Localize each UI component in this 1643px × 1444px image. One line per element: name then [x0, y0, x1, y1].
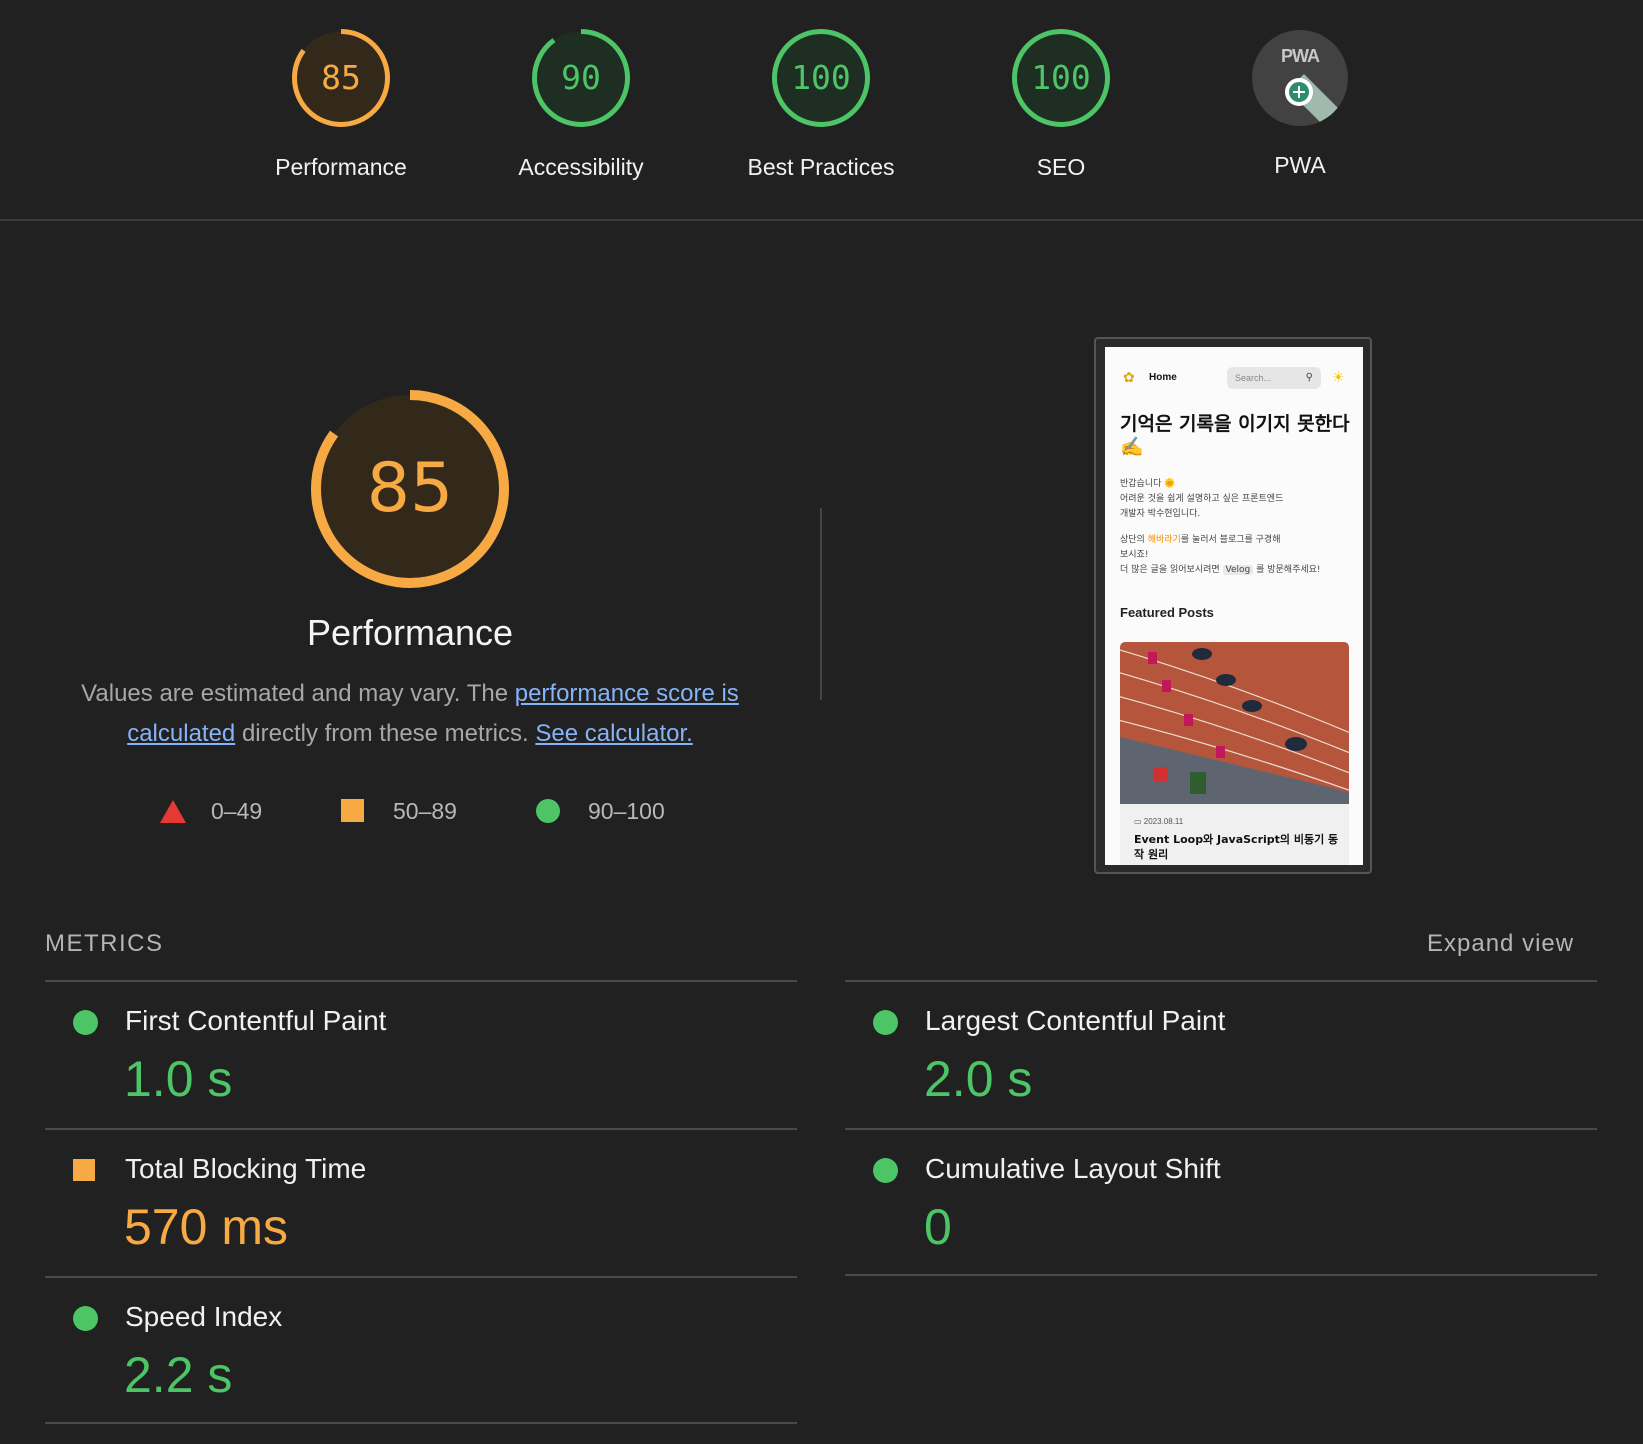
- metric-value: 570 ms: [124, 1199, 288, 1255]
- gauge-pwa[interactable]: PWA PWA: [1200, 28, 1400, 179]
- preview-post-title: Event Loop와 JavaScript의 비동기 동작 원리: [1134, 833, 1339, 861]
- score-legend: 0–49 50–89 90–100: [0, 796, 820, 826]
- final-screenshot[interactable]: ✿ Home Search... ⚲ ☀ 기억은 기록을 이기지 못한다✍️ 반…: [1094, 337, 1372, 874]
- score-ring: 85: [291, 28, 391, 128]
- performance-hero-title: Performance: [306, 612, 514, 653]
- gauge-label: Accessibility: [518, 154, 644, 180]
- gauge-label: Best Practices: [747, 154, 895, 180]
- score-ring: 90: [531, 28, 631, 128]
- score-value: 90: [561, 58, 601, 97]
- metric-name: Largest Contentful Paint: [925, 1005, 1226, 1036]
- average-square-icon: [73, 1159, 95, 1181]
- metric-largest-contentful-paint[interactable]: Largest Contentful Paint 2.0 s: [845, 980, 1597, 1128]
- sun-icon: ☀: [1332, 369, 1345, 385]
- intro-line: 반갑습니다 🌞: [1120, 479, 1176, 489]
- gauge-label: Performance: [275, 154, 407, 180]
- metric-name: Total Blocking Time: [125, 1153, 367, 1184]
- search-icon: ⚲: [1305, 372, 1313, 383]
- gauge-seo[interactable]: 100 SEO: [961, 28, 1161, 181]
- gauge-performance[interactable]: 85 Performance: [241, 28, 441, 181]
- score-ring: 100: [1011, 28, 1111, 128]
- divider: [45, 1276, 797, 1278]
- metric-speed-index[interactable]: Speed Index 2.2 s: [45, 1276, 797, 1424]
- metric-value: 2.0 s: [924, 1051, 1033, 1107]
- guide-suffix: 를 눌러서 블로그를 구경해: [1180, 535, 1281, 545]
- track-photo-image: [1120, 642, 1349, 804]
- metrics-heading: METRICS: [45, 930, 164, 957]
- score-value: 100: [791, 58, 851, 97]
- metric-cumulative-layout-shift[interactable]: Cumulative Layout Shift 0: [845, 1128, 1597, 1276]
- average-square-icon: [341, 799, 364, 822]
- velog-prefix: 더 많은 글을 읽어보시려면: [1120, 565, 1223, 575]
- pass-circle-icon: [73, 1010, 98, 1035]
- expand-view-toggle[interactable]: Expand view: [1427, 930, 1574, 958]
- lighthouse-report: 85 Performance 90 Accessibility 100 Best…: [0, 0, 1643, 1444]
- preview-navbar: ✿ Home Search... ⚲ ☀: [1105, 367, 1363, 391]
- divider: [45, 1128, 797, 1130]
- velog-suffix: 를 방문해주세요!: [1253, 565, 1321, 575]
- gauge-best-practices[interactable]: 100 Best Practices: [721, 28, 921, 181]
- metric-name: First Contentful Paint: [125, 1005, 387, 1036]
- post-date-text: 2023.08.11: [1143, 817, 1184, 826]
- preview-post-card: ▭ 2023.08.11 Event Loop와 JavaScript의 비동기…: [1120, 642, 1349, 865]
- divider: [845, 1274, 1597, 1276]
- preview-featured-heading: Featured Posts: [1120, 605, 1214, 620]
- section-divider: [820, 508, 822, 700]
- preview-search-placeholder: Search...: [1235, 373, 1272, 383]
- divider: [45, 980, 797, 982]
- pwa-plus-icon: [1285, 74, 1348, 126]
- gauge-label: PWA: [1274, 152, 1326, 178]
- pass-circle-icon: [73, 1306, 98, 1331]
- metric-first-contentful-paint[interactable]: First Contentful Paint 1.0 s: [45, 980, 797, 1128]
- velog-chip: Velog: [1222, 565, 1254, 575]
- preview-home-link: Home: [1149, 372, 1177, 383]
- preview-intro: 반갑습니다 🌞 어려운 것을 쉽게 설명하고 싶은 프론트엔드 개발자 박수현입…: [1120, 477, 1360, 522]
- preview-guide: 상단의 해바라기를 눌러서 블로그를 구경해 보시죠! 더 많은 글을 읽어보시…: [1120, 533, 1360, 578]
- score-value: 85: [321, 58, 361, 97]
- divider: [845, 980, 1597, 982]
- guide-line: 상단의 해바라기를 눌러서 블로그를 구경해: [1120, 533, 1360, 548]
- desc-prefix: Values are estimated and may vary. The: [81, 680, 515, 707]
- metric-value: 2.2 s: [124, 1347, 233, 1403]
- divider: [45, 1422, 797, 1424]
- legend-average-range: 50–89: [393, 798, 457, 824]
- screenshot-page: ✿ Home Search... ⚲ ☀ 기억은 기록을 이기지 못한다✍️ 반…: [1105, 347, 1363, 865]
- guide-highlight: 해바라기: [1147, 535, 1181, 545]
- pwa-badge-icon: PWA: [1252, 30, 1348, 126]
- fail-triangle-icon: [160, 800, 186, 823]
- sunflower-icon: ✿: [1123, 369, 1135, 385]
- preview-headline: 기억은 기록을 이기지 못한다✍️: [1120, 413, 1350, 458]
- score-ring: 100: [771, 28, 871, 128]
- metric-name: Cumulative Layout Shift: [925, 1153, 1221, 1184]
- preview-search-box: Search... ⚲: [1227, 367, 1321, 389]
- category-score-bar: 85 Performance 90 Accessibility 100 Best…: [0, 0, 1643, 221]
- calendar-icon: ▭: [1134, 817, 1144, 826]
- pwa-badge-text: PWA: [1280, 46, 1320, 66]
- pass-circle-icon: [536, 799, 560, 823]
- desc-middle: directly from these metrics.: [235, 720, 536, 747]
- performance-hero-score: 85: [366, 449, 454, 528]
- divider: [845, 1128, 1597, 1130]
- calculator-link[interactable]: See calculator.: [535, 720, 692, 747]
- metric-value: 0: [924, 1199, 952, 1255]
- velog-line: 더 많은 글을 읽어보시려면 Velog 를 방문해주세요!: [1120, 563, 1360, 578]
- metric-name: Speed Index: [125, 1301, 283, 1332]
- legend-fail-range: 0–49: [211, 798, 263, 824]
- gauge-accessibility[interactable]: 90 Accessibility: [481, 28, 681, 181]
- metric-value: 1.0 s: [124, 1051, 233, 1107]
- guide-prefix: 상단의: [1120, 535, 1148, 545]
- intro-line: 개발자 박수현입니다.: [1120, 509, 1201, 519]
- score-value: 100: [1031, 58, 1091, 97]
- legend-pass-range: 90–100: [588, 798, 665, 824]
- intro-line: 어려운 것을 쉽게 설명하고 싶은 프론트엔드: [1120, 494, 1284, 504]
- metric-total-blocking-time[interactable]: Total Blocking Time 570 ms: [45, 1128, 797, 1276]
- guide-line: 보시죠!: [1120, 550, 1149, 560]
- pass-circle-icon: [873, 1010, 898, 1035]
- gauge-label: SEO: [1036, 154, 1086, 180]
- preview-post-date: ▭ 2023.08.11: [1134, 817, 1183, 826]
- performance-description: Values are estimated and may vary. The p…: [70, 674, 750, 754]
- pass-circle-icon: [873, 1158, 898, 1183]
